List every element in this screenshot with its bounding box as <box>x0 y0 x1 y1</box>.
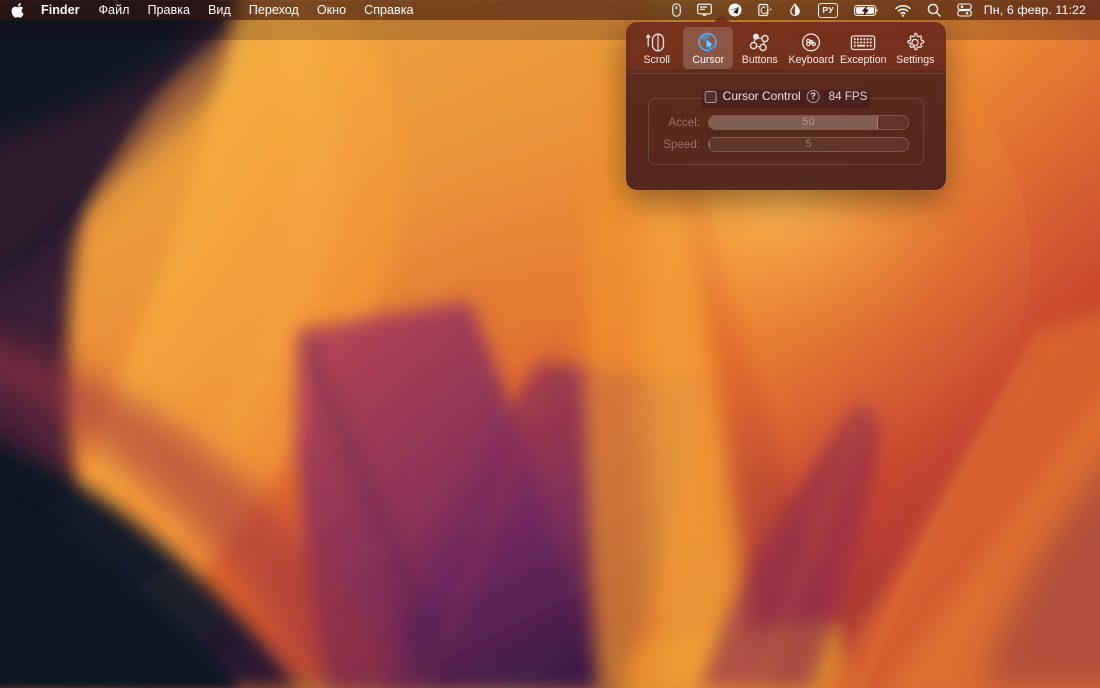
cursor-control-label: Cursor Control <box>723 90 801 103</box>
tab-settings[interactable]: Settings <box>891 27 941 69</box>
tab-label-settings: Settings <box>896 55 934 66</box>
fps-readout: 84 FPS <box>829 90 868 103</box>
accel-slider-value: 50 <box>802 116 814 129</box>
menu-bar-left: Finder Файл Правка Вид Переход Окно Спра… <box>0 2 423 18</box>
menu-item-file[interactable]: Файл <box>89 2 138 18</box>
keyboard-grid-icon <box>850 31 876 53</box>
accel-label: Accel: <box>663 116 708 130</box>
tab-buttons[interactable]: Buttons <box>735 27 785 69</box>
group-title: Cursor Control ? 84 FPS <box>699 90 874 103</box>
input-source-indicator[interactable]: РУ <box>810 0 845 20</box>
droplet-icon[interactable] <box>780 0 810 20</box>
tab-exception[interactable]: Exception <box>838 27 889 69</box>
menu-item-finder[interactable]: Finder <box>34 2 89 18</box>
cursor-control-group: Cursor Control ? 84 FPS Accel: 50 Speed:… <box>648 98 924 165</box>
accel-slider-fill <box>709 116 878 129</box>
scroll-mouse-icon <box>644 31 670 53</box>
cursor-control-checkbox[interactable] <box>705 91 717 103</box>
menu-bar-clock[interactable]: Пн, 6 февр. 11:22 <box>980 3 1092 17</box>
cursor-control-popover: Scroll Cursor <box>626 22 946 190</box>
tab-keyboard[interactable]: Keyboard <box>786 27 836 69</box>
apple-logo-icon[interactable] <box>7 3 34 18</box>
accel-slider[interactable]: 50 <box>708 115 909 130</box>
tab-label-exception: Exception <box>840 55 887 66</box>
menu-item-window[interactable]: Окно <box>308 2 355 18</box>
tab-scroll[interactable]: Scroll <box>632 27 682 69</box>
help-icon[interactable]: ? <box>807 90 820 103</box>
speed-slider-row: Speed: 5 <box>663 137 909 152</box>
tab-label-buttons: Buttons <box>742 55 778 66</box>
popover-body: Cursor Control ? 84 FPS Accel: 50 Speed:… <box>626 74 946 185</box>
battery-charging-icon[interactable] <box>846 0 887 20</box>
cursor-click-icon <box>697 31 719 53</box>
menu-item-edit[interactable]: Правка <box>138 2 199 18</box>
speed-slider[interactable]: 5 <box>708 137 909 152</box>
speed-label: Speed: <box>663 138 708 152</box>
input-source-label: РУ <box>818 3 837 18</box>
wifi-icon[interactable] <box>887 0 919 20</box>
menu-item-help[interactable]: Справка <box>355 2 422 18</box>
control-center-icon[interactable] <box>949 0 980 20</box>
speed-slider-fill <box>709 138 710 151</box>
menu-item-go[interactable]: Переход <box>240 2 308 18</box>
gear-icon <box>904 31 926 53</box>
buttons-dots-icon <box>748 31 772 53</box>
speed-slider-value: 5 <box>805 138 811 151</box>
spotlight-search-icon[interactable] <box>919 0 949 20</box>
tab-label-scroll: Scroll <box>643 55 670 66</box>
popover-tab-bar: Scroll Cursor <box>626 22 946 73</box>
mouse-icon[interactable] <box>664 0 689 20</box>
accel-slider-row: Accel: 50 <box>663 115 909 130</box>
tab-label-cursor: Cursor <box>692 55 724 66</box>
screen-rotate-icon[interactable] <box>750 0 780 20</box>
tab-cursor[interactable]: Cursor <box>683 27 733 69</box>
tab-label-keyboard: Keyboard <box>789 55 834 66</box>
macos-menu-bar: Finder Файл Правка Вид Переход Окно Спра… <box>0 0 1100 20</box>
menu-item-view[interactable]: Вид <box>199 2 240 18</box>
command-key-icon <box>800 31 822 53</box>
